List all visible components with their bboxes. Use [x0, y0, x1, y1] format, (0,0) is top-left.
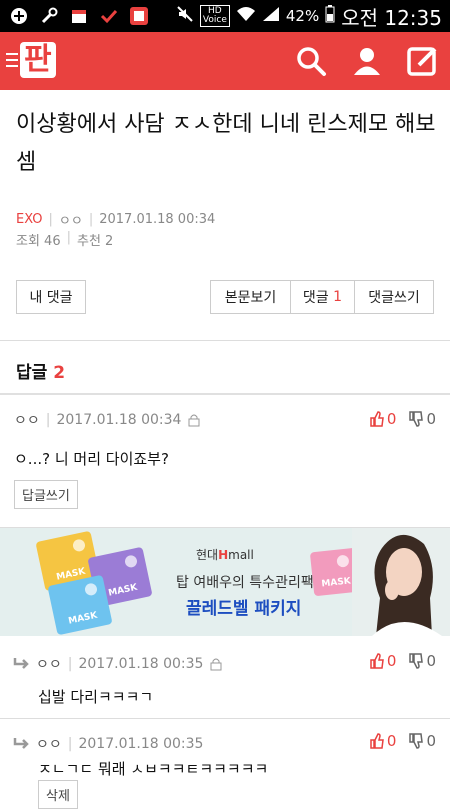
battery-percent: 42%: [285, 7, 320, 25]
post-recommends: 추천 2: [77, 234, 114, 249]
post-views: 조회 46: [16, 234, 61, 249]
upvote-count: 0: [386, 732, 397, 750]
comment-author: ㅇㅇ: [14, 413, 40, 429]
comment-text: ㅇ...? 니 머리 다이죠부?: [14, 450, 169, 468]
comments-label: 댓글: [302, 290, 329, 306]
reply-header: ㅇㅇ | 2017.01.18 00:35: [12, 654, 223, 674]
thumbs-up-icon: [370, 411, 384, 427]
ad-product: 끌레드벨 패키지: [186, 599, 302, 619]
replies-heading: 답글 2: [16, 358, 65, 383]
divider: [0, 718, 450, 719]
wifi-icon: [236, 6, 256, 26]
reply-write-button[interactable]: 답글쓰기: [14, 480, 78, 509]
status-bar: HD Voice 42% 오전 12:35: [0, 0, 450, 32]
thumbs-down-icon: [409, 733, 424, 749]
reply-header: ㅇㅇ | 2017.01.18 00:35: [12, 734, 203, 754]
post-date: 2017.01.18 00:34: [99, 212, 216, 227]
thumbs-up-icon: [370, 653, 384, 669]
separator: |: [88, 212, 94, 227]
downvote-count: 0: [426, 732, 436, 750]
menu-icon[interactable]: [6, 53, 18, 67]
hd-voice-badge: HD Voice: [199, 5, 230, 27]
downvote-button[interactable]: 0: [408, 652, 436, 670]
signal-icon: [262, 6, 280, 26]
ad-brand: 현대Hmall: [196, 548, 254, 562]
comments-button[interactable]: 댓글 1: [290, 280, 354, 314]
comment-author: ㅇㅇ: [36, 737, 62, 753]
upvote-button[interactable]: 0: [369, 732, 397, 750]
upvote-count: 0: [386, 410, 397, 428]
lock-icon: [210, 658, 222, 671]
clock: 오전 12:35: [341, 5, 442, 30]
downvote-count: 0: [426, 652, 436, 670]
write-comment-button[interactable]: 댓글쓰기: [354, 280, 434, 314]
battery-icon: [325, 5, 335, 27]
thumbs-up-icon: [370, 733, 384, 749]
reply-arrow-icon: [13, 738, 29, 749]
post-meta: EXO | ㅇㅇ | 2017.01.18 00:34: [16, 210, 215, 229]
replies-count: 2: [53, 363, 66, 383]
view-post-button[interactable]: 본문보기: [210, 280, 290, 314]
app-logo[interactable]: 판: [6, 42, 56, 78]
compose-icon[interactable]: [406, 44, 440, 82]
pann-app-icon: [128, 5, 150, 27]
add-icon: [8, 5, 30, 27]
logo-text: 판: [20, 42, 56, 78]
app-bar: 판: [0, 32, 450, 90]
separator: |: [67, 736, 73, 752]
downvote-button[interactable]: 0: [408, 732, 436, 750]
comment-date: 2017.01.18 00:34: [56, 412, 182, 428]
post-author: ㅇㅇ: [58, 214, 83, 229]
ad-tagline: 탑 여배우의 특수관리팩: [176, 575, 314, 591]
comment-header: ㅇㅇ | 2017.01.18 00:34: [14, 410, 201, 430]
separator: |: [45, 412, 51, 428]
divider: [0, 393, 450, 395]
delete-button[interactable]: 삭제: [38, 780, 78, 809]
voice-label: Voice: [202, 15, 227, 25]
user-icon[interactable]: [350, 44, 384, 82]
wrench-icon: [38, 5, 60, 27]
check-icon: [98, 5, 120, 27]
separator: |: [66, 230, 71, 245]
lock-icon: [188, 414, 200, 427]
downvote-count: 0: [426, 410, 436, 428]
upvote-button[interactable]: 0: [369, 652, 397, 670]
calendar-icon: [68, 5, 90, 27]
downvote-button[interactable]: 0: [408, 410, 436, 428]
comment-date: 2017.01.18 00:35: [78, 656, 204, 672]
comment-text: 십발 다리ㅋㅋㅋㄱ: [38, 688, 154, 706]
replies-label: 답글: [16, 363, 48, 383]
comment-votes: 0 0: [369, 652, 436, 670]
reply-arrow-icon: [13, 658, 29, 669]
thumbs-down-icon: [409, 653, 424, 669]
separator: |: [48, 212, 53, 227]
divider: [0, 340, 450, 341]
comment-votes: 0 0: [369, 410, 436, 428]
post-category[interactable]: EXO: [16, 212, 43, 227]
ad-banner[interactable]: MASK MASK MASK 현대Hmall 탑 여배우의 특수관리팩 끌레드벨…: [0, 528, 450, 636]
comment-votes: 0 0: [369, 732, 436, 750]
mute-icon: [176, 5, 194, 27]
search-icon[interactable]: [294, 44, 328, 82]
comment-text: ㅈㄴㄱㄷ 뭐래 ㅅㅂㅋㅋㅌㅋㅋㅋㅋㅋ: [38, 760, 269, 778]
thumbs-down-icon: [409, 411, 424, 427]
comments-count: 1: [333, 289, 343, 305]
post-title: 이상황에서 사담 ㅈㅅ한데 니네 린스제모 해보셈: [16, 112, 436, 175]
comment-author: ㅇㅇ: [36, 657, 62, 673]
comment-date: 2017.01.18 00:35: [78, 736, 204, 752]
upvote-count: 0: [386, 652, 397, 670]
post-actions: 본문보기 댓글 1 댓글쓰기: [210, 280, 434, 314]
my-comments-button[interactable]: 내 댓글: [16, 280, 86, 314]
separator: |: [67, 656, 73, 672]
model-image: [352, 528, 450, 636]
upvote-button[interactable]: 0: [369, 410, 397, 428]
post-stats: 조회 46 | 추천 2: [16, 230, 113, 249]
mask-pack-blue: MASK: [47, 574, 113, 636]
